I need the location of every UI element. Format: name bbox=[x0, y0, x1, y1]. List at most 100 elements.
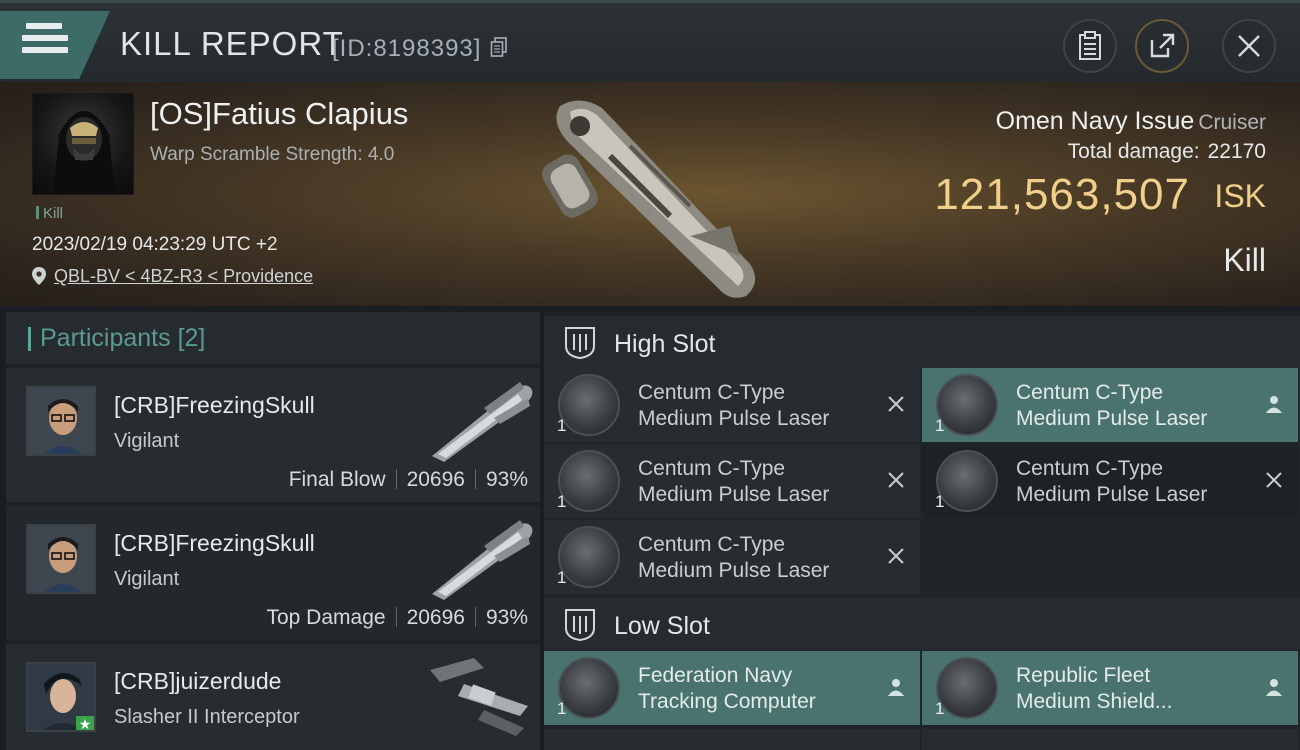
module-name-line2: Medium Shield... bbox=[1016, 690, 1173, 713]
participants-panel: Participants [2] [CRB]FreezingSkull Vigi… bbox=[6, 312, 540, 750]
module-item[interactable]: 1 Centum C-Type Medium Pulse Laser bbox=[922, 444, 1298, 518]
participant-ship: Vigilant bbox=[114, 568, 180, 590]
avatar[interactable]: ★ bbox=[26, 662, 96, 732]
destroyed-icon bbox=[1266, 472, 1282, 488]
pilot-portrait: ★ bbox=[28, 664, 94, 732]
participant-name[interactable]: [CRB]FreezingSkull bbox=[114, 530, 315, 557]
module-name: Centum C-Type Medium Pulse Laser bbox=[638, 380, 878, 432]
participant-stat-label: Top Damage bbox=[266, 606, 386, 629]
report-id: [ID:8198393] bbox=[332, 35, 482, 62]
hooded-pilot-image bbox=[53, 111, 115, 194]
participant-percent: 93% bbox=[485, 606, 528, 629]
close-button[interactable] bbox=[1222, 19, 1276, 73]
avatar[interactable] bbox=[26, 524, 96, 594]
clipboard-icon bbox=[1079, 31, 1101, 60]
module-quantity: 1 bbox=[557, 416, 567, 435]
victim-ship-name[interactable]: Omen Navy Issue Cruiser bbox=[996, 107, 1266, 136]
total-damage: Total damage: 22170 bbox=[1068, 140, 1266, 164]
participant-card[interactable]: [CRB]FreezingSkull Vigilant Top Damage 20… bbox=[6, 506, 540, 640]
module-name-line2: Medium Pulse Laser bbox=[1016, 483, 1208, 506]
pilot-portrait bbox=[28, 388, 94, 454]
total-damage-value: 22170 bbox=[1207, 140, 1266, 163]
victim-portrait[interactable] bbox=[32, 93, 134, 195]
participant-ship: Slasher II Interceptor bbox=[114, 706, 300, 728]
participant-card[interactable]: ★ [CRB]juizerdude Slasher II Interceptor bbox=[6, 644, 540, 750]
module-name: Federation Navy Tracking Computer bbox=[638, 663, 878, 715]
module-quantity: 1 bbox=[935, 699, 945, 718]
pulse-laser-icon bbox=[558, 526, 620, 588]
module-name: Republic Fleet Medium Shield... bbox=[1016, 663, 1256, 715]
victim-name[interactable]: [OS]Fatius Clapius bbox=[150, 96, 408, 132]
participant-ship: Vigilant bbox=[114, 430, 180, 452]
shield-extender-icon bbox=[936, 657, 998, 719]
participant-stats: Final Blow 20696 93% bbox=[289, 468, 528, 492]
location-link[interactable]: QBL-BV < 4BZ-R3 < Providence bbox=[32, 266, 313, 287]
low-slot-icon bbox=[565, 609, 595, 642]
dropped-person-icon bbox=[1266, 396, 1282, 413]
page-title: KILL REPORT bbox=[120, 25, 344, 62]
pulse-laser-icon bbox=[558, 374, 620, 436]
module-item[interactable]: 1 Republic Fleet Medium Shield... bbox=[922, 651, 1298, 725]
pulse-laser-icon bbox=[558, 450, 620, 512]
participant-percent: 93% bbox=[485, 468, 528, 491]
isk-value: 121,563,507 bbox=[934, 170, 1190, 219]
module-name-line1: Centum C-Type bbox=[1016, 457, 1164, 480]
module-name: Centum C-Type Medium Pulse Laser bbox=[1016, 380, 1256, 432]
module-name-line1: Centum C-Type bbox=[638, 457, 786, 480]
module-name-line2: Medium Pulse Laser bbox=[638, 559, 830, 582]
module-item[interactable]: 1 Centum C-Type Medium Pulse Laser bbox=[544, 368, 920, 442]
hamburger-icon[interactable] bbox=[22, 23, 68, 63]
location-text: QBL-BV < 4BZ-R3 < Providence bbox=[54, 266, 314, 286]
victim-banner: [OS]Fatius Clapius Warp Scramble Strengt… bbox=[0, 82, 1300, 306]
destroyed-icon bbox=[888, 396, 904, 412]
module-item[interactable] bbox=[922, 729, 1298, 750]
participant-stat-label: Final Blow bbox=[288, 468, 386, 491]
participant-stats: Top Damage 20696 93% bbox=[266, 606, 528, 630]
high-slot-title: High Slot bbox=[614, 330, 716, 358]
module-name-line2: Tracking Computer bbox=[638, 690, 816, 713]
pulse-laser-icon bbox=[936, 374, 998, 436]
module-item[interactable]: 1 Centum C-Type Medium Pulse Laser bbox=[544, 444, 920, 518]
module-item[interactable]: 1 Federation Navy Tracking Computer bbox=[544, 651, 920, 725]
dropped-person-icon bbox=[888, 679, 904, 696]
clipboard-button[interactable] bbox=[1063, 19, 1117, 73]
module-item[interactable]: 1 Centum C-Type Medium Pulse Laser bbox=[922, 368, 1298, 442]
module-name-line1: Centum C-Type bbox=[638, 381, 786, 404]
module-name: Centum C-Type Medium Pulse Laser bbox=[638, 532, 878, 584]
header-bar: KILL REPORT [ID:8198393] bbox=[0, 0, 1300, 82]
victim-ship-image[interactable] bbox=[540, 86, 780, 306]
low-slot-header: Low Slot bbox=[544, 598, 1300, 650]
module-name: Centum C-Type Medium Pulse Laser bbox=[638, 456, 878, 508]
svg-text:★: ★ bbox=[79, 717, 92, 732]
pulse-laser-icon bbox=[936, 450, 998, 512]
module-name-line1: Centum C-Type bbox=[1016, 381, 1164, 404]
participant-name[interactable]: [CRB]FreezingSkull bbox=[114, 392, 315, 419]
module-name-line2: Medium Pulse Laser bbox=[638, 407, 830, 430]
vigilant-ship-image bbox=[432, 520, 533, 600]
participant-damage: 20696 bbox=[406, 468, 465, 491]
total-damage-label: Total damage: bbox=[1067, 140, 1200, 163]
module-item[interactable]: 1 Centum C-Type Medium Pulse Laser bbox=[544, 520, 920, 594]
kill-tag: Kill bbox=[36, 205, 63, 222]
share-button[interactable] bbox=[1135, 19, 1189, 73]
fitting-panel: High Slot 1 Centum C-Type Medium Pulse La… bbox=[544, 312, 1300, 750]
participants-title-text: Participants bbox=[40, 324, 171, 352]
copy-icon[interactable] bbox=[490, 37, 508, 57]
pilot-portrait bbox=[28, 526, 94, 592]
participant-card[interactable]: [CRB]FreezingSkull Vigilant Final Blow 20… bbox=[6, 368, 540, 502]
ship-name-text: Omen Navy Issue bbox=[995, 107, 1195, 135]
avatar[interactable] bbox=[26, 386, 96, 456]
destroyed-icon bbox=[888, 548, 904, 564]
module-name: Centum C-Type Medium Pulse Laser bbox=[1016, 456, 1256, 508]
slasher-ship-image bbox=[430, 658, 528, 736]
kill-timestamp: 2023/02/19 04:23:29 UTC +2 bbox=[32, 234, 278, 255]
module-quantity: 1 bbox=[935, 492, 945, 511]
high-slot-icon bbox=[565, 327, 595, 360]
ship-class: Cruiser bbox=[1198, 111, 1266, 134]
share-icon bbox=[1150, 33, 1175, 58]
tracking-computer-icon bbox=[558, 657, 620, 719]
high-slot-header: High Slot bbox=[544, 316, 1300, 368]
module-name-line1: Federation Navy bbox=[638, 664, 793, 687]
module-item[interactable] bbox=[544, 729, 920, 750]
participant-name[interactable]: [CRB]juizerdude bbox=[114, 668, 281, 695]
